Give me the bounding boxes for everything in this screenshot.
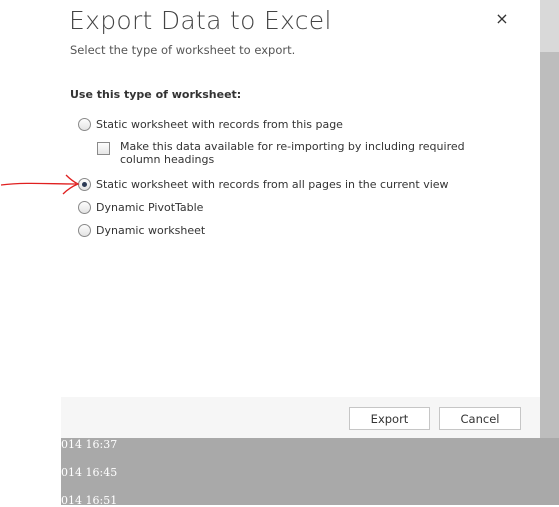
- radio-static-this-page[interactable]: [78, 117, 91, 131]
- option-label: Static worksheet with records from this …: [96, 117, 343, 131]
- page-backdrop-edge: [540, 0, 559, 52]
- background-row-timestamp: 014 16:51: [61, 494, 118, 507]
- option-label: Dynamic worksheet: [96, 223, 206, 237]
- close-icon[interactable]: ×: [494, 10, 510, 28]
- radio-dynamic-pivottable[interactable]: [78, 200, 91, 214]
- option-dynamic-worksheet[interactable]: Dynamic worksheet: [78, 222, 205, 238]
- dialog-subtitle: Select the type of worksheet to export.: [70, 43, 296, 57]
- dialog-title: Export Data to Excel: [69, 6, 332, 35]
- reimport-checkbox-row[interactable]: Make this data available for re-importin…: [97, 140, 507, 166]
- reimport-checkbox-label: Make this data available for re-importin…: [120, 140, 465, 166]
- worksheet-type-label: Use this type of worksheet:: [70, 88, 242, 101]
- background-row-timestamp: 014 16:45: [61, 466, 118, 479]
- cancel-button[interactable]: Cancel: [439, 407, 521, 430]
- radio-dynamic-worksheet[interactable]: [78, 223, 91, 237]
- export-button[interactable]: Export: [349, 407, 430, 430]
- page-backdrop-bottom: [61, 438, 559, 505]
- reimport-checkbox[interactable]: [97, 142, 110, 155]
- export-dialog: Export Data to Excel Select the type of …: [0, 0, 540, 438]
- annotation-arrow-icon: [0, 174, 80, 195]
- option-static-this-page[interactable]: Static worksheet with records from this …: [78, 116, 343, 132]
- option-static-all-pages[interactable]: Static worksheet with records from all p…: [78, 176, 449, 192]
- background-row-timestamp: 014 16:37: [61, 438, 118, 451]
- option-label: Dynamic PivotTable: [96, 200, 204, 214]
- option-dynamic-pivottable[interactable]: Dynamic PivotTable: [78, 199, 203, 215]
- option-label: Static worksheet with records from all p…: [96, 177, 449, 191]
- page-backdrop-right: [540, 0, 559, 505]
